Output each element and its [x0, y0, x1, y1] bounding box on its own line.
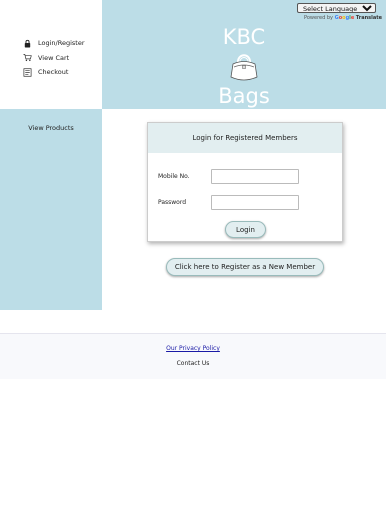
translate-text: Translate	[355, 15, 382, 21]
nav-view-cart[interactable]: View Cart	[22, 51, 85, 65]
top-left-panel: Login/Register View Cart Checkout	[0, 0, 102, 109]
brand-name-bottom: Bags	[218, 84, 270, 108]
mobile-input[interactable]	[211, 169, 299, 184]
nav-login-register-label: Login/Register	[38, 39, 85, 47]
checklist-icon	[22, 67, 32, 77]
password-label: Password	[158, 199, 187, 206]
account-nav: Login/Register View Cart Checkout	[22, 36, 85, 80]
handbag-icon	[230, 54, 258, 81]
brand-name-top: KBC	[222, 25, 266, 49]
nav-login-register[interactable]: Login/Register	[22, 36, 85, 50]
google-translate-attribution: Powered by Google Translate	[304, 15, 382, 21]
contact-us-link[interactable]: Contact Us	[0, 360, 386, 367]
language-select[interactable]: Select Language	[297, 3, 376, 13]
password-input[interactable]	[211, 195, 299, 210]
nav-view-cart-label: View Cart	[38, 53, 70, 62]
register-button[interactable]: Click here to Register as a New Member	[166, 258, 324, 276]
login-panel-title: Login for Registered Members	[148, 123, 342, 153]
google-logo: Google	[334, 15, 355, 21]
sidebar: View Products	[0, 109, 102, 310]
powered-by-text: Powered by	[304, 15, 333, 21]
lock-icon	[22, 38, 32, 48]
nav-checkout[interactable]: Checkout	[22, 65, 85, 79]
cart-icon	[22, 53, 32, 63]
footer: Our Privacy Policy Contact Us	[0, 333, 386, 379]
mobile-label: Mobile No.	[158, 173, 190, 180]
privacy-policy-link[interactable]: Our Privacy Policy	[0, 345, 386, 352]
nav-checkout-label: Checkout	[38, 68, 69, 76]
site-header: Select Language Powered by Google Transl…	[102, 0, 386, 109]
login-button[interactable]: Login	[225, 221, 266, 238]
login-panel: Login for Registered Members Mobile No. …	[147, 122, 343, 242]
view-products-link[interactable]: View Products	[0, 124, 102, 132]
